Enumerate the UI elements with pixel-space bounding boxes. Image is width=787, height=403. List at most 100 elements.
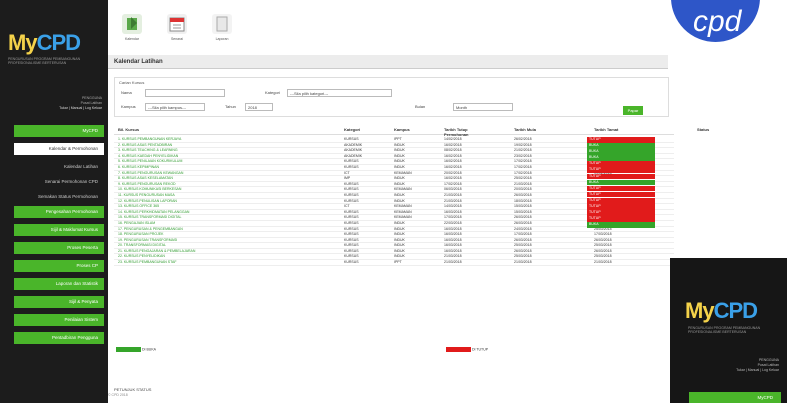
toolbar-button-kalendar[interactable]: Kalendar [118, 14, 146, 48]
col-tarikh-mula: Tarikh Mula [514, 127, 536, 132]
table-cell: KURSUS [344, 187, 359, 192]
table-cell: 17/03/2018 [444, 215, 462, 220]
legend-buka: DI BUKA [116, 347, 156, 353]
overlay-mycpd-button[interactable]: MyCPD [689, 392, 781, 403]
table-cell: KEMAMAN [394, 215, 412, 220]
sidebar-item-proses-cp[interactable]: Proses CP [14, 260, 104, 272]
course-link[interactable]: 21. KURSUS PENGAJARAN & PEMBELAJARAN [118, 249, 338, 253]
table-cell: INDUK [394, 159, 405, 164]
table-cell: ICT [344, 204, 350, 209]
table-cell: KURSUS [344, 164, 359, 169]
sidebar-item-proses-peserta[interactable]: Proses Peserta [14, 242, 104, 254]
table-cell: IPPT [394, 137, 402, 141]
main-content: Kalendar Latihan Carian Kursus Nama Kate… [108, 55, 709, 403]
user-info: PENGGUNA Pusat Latihan Tukar | Manual | … [59, 96, 102, 111]
mycpd-logo: MyCPD PENGURUSAN PROGRAM PEMBANGUNAN PRO… [8, 30, 103, 70]
table-cell: INDUK [394, 198, 405, 203]
sidebar-item-penilaian-sistem[interactable]: Penilaian Sistem [14, 314, 104, 326]
sidebar-item-senarai-permohonan-cpd[interactable]: Senarai Permohonan CPD [14, 176, 104, 188]
course-link[interactable]: 12. KURSUS PENULISAN LAPORAN [118, 199, 338, 203]
tahun-label: Tahun [225, 104, 236, 109]
course-link[interactable]: 10. KURSUS KOMUNIKASI BERKESAN [118, 187, 338, 191]
status-badge: BUKA [587, 179, 655, 186]
tahun-select[interactable]: 2018 [245, 103, 273, 111]
toolbar-button-laporan[interactable]: Laporan [208, 14, 236, 48]
table-row[interactable]: 23. KURSUS PEMBANGUNAN STAF KURSUS IPPT 21/… [114, 260, 674, 266]
table-cell: AKADEMIK [344, 142, 363, 147]
sidebar-item-sijil-penyata[interactable]: Sijil & Penyata [14, 296, 104, 308]
kategori-select[interactable]: ---Sila pilih kategori--- [287, 89, 392, 97]
course-link[interactable]: 4. KURSUS KAEDAH PENYELIDIKAN [118, 154, 338, 158]
footer-text: © CPD 2018 [108, 393, 128, 397]
course-link[interactable]: 22. KURSUS PENYELIDIKAN [118, 254, 338, 258]
course-link[interactable]: 9. KURSUS PENGURUSAN REKOD [118, 182, 338, 186]
status-badge: BUKA [587, 222, 655, 228]
status-column: TUTUP BUKA BUKA BUKA TUTUP TUTUP TUTUP BUKA TUTU… [587, 137, 655, 228]
overlay-user-info: PENGGUNA Pusat Latihan Tukar | Manual | … [736, 358, 779, 372]
sidebar-item-kalendar-latihan[interactable]: Kalendar Latihan [14, 161, 104, 173]
course-link[interactable]: 20. TRANSFORMASI DIGITAL [118, 243, 338, 247]
toolbar-button-senarai[interactable]: Senarai [163, 14, 191, 48]
status-badge: TUTUP [587, 173, 655, 180]
sidebar-item-mycpd[interactable]: MyCPD [14, 125, 104, 137]
table-cell: 15/03/2018 [514, 204, 532, 209]
course-link[interactable]: 11. KURSUS PENGURUSAN MASA [118, 193, 338, 197]
edit-icon [122, 14, 142, 34]
col-kategori: Kategori [344, 127, 361, 132]
course-link[interactable]: 15. KURSUS TRANSFORMASI DIGITAL [118, 215, 338, 219]
table-cell: INDUK [394, 243, 405, 248]
table-cell: KURSUS [344, 260, 359, 265]
sidebar-item-pengesahan-permohonan[interactable]: Pengesahan Permohonan [14, 206, 104, 218]
course-link[interactable]: 1. KURSUS PEMBANGUNAN KERJAYA [118, 137, 338, 141]
table-cell: 25/03/2018 [594, 243, 612, 248]
sidebar-item-semakan-status-permohonan[interactable]: Semakan Status Permohonan [14, 191, 104, 203]
course-link[interactable]: 5. KURSUS PENILAIAN KOKURIKULUM [118, 159, 338, 163]
search-button[interactable]: Papar [623, 106, 643, 115]
kategori-label: Kategori [265, 90, 280, 95]
nama-input[interactable] [145, 89, 225, 97]
user-links[interactable]: Tukar | Manual | Log Keluar [59, 106, 102, 111]
table-header: Bil. Kursus Kategori Kampus Tarikh Tutup… [114, 125, 709, 137]
logo-tagline: PENGURUSAN PROGRAM PEMBANGUNAN PROFESION… [8, 57, 81, 65]
table-cell: 26/03/2018 [514, 220, 532, 225]
table-cell: 16/03/2018 [444, 232, 462, 237]
col-kursus: Bil. Kursus [118, 127, 140, 132]
table-cell: 26/03/2018 [514, 248, 532, 253]
table-cell: KEMAMAN [394, 204, 412, 209]
course-link[interactable]: 2. KURSUS ASAS PENTADBIRAN [118, 143, 338, 147]
bulan-select[interactable]: Month [453, 103, 513, 111]
overlay-tagline: PENGURUSAN PROGRAM PEMBANGUNAN PROFESION… [688, 326, 761, 334]
course-link[interactable]: 8. KURSUS ASAS KESELAMATAN [118, 176, 338, 180]
col-tarikh-tamat: Tarikh Tamat [594, 127, 619, 132]
table-cell: KEMAMAN [394, 187, 412, 192]
table-cell: 25/02/2018 [514, 176, 532, 181]
kampus-select[interactable]: ---Sila pilih kampus--- [145, 103, 205, 111]
sidebar-item-kalendar-permohonan[interactable]: Kalendar & Permohonan [14, 143, 104, 155]
course-link[interactable]: 6. KURSUS KEPIMPINAN [118, 165, 338, 169]
course-link[interactable]: 16. PENGAJIAN ISLAM [118, 221, 338, 225]
table-cell: 26/03/2018 [594, 248, 612, 253]
sidebar: MyCPD PENGURUSAN PROGRAM PEMBANGUNAN PRO… [0, 0, 108, 403]
course-link[interactable]: 17. PENGURUSAN & PENGEMBANGAN [118, 227, 338, 231]
course-link[interactable]: 23. KURSUS PEMBANGUNAN STAF [118, 260, 338, 264]
sidebar-item-laporan-dan-statistik[interactable]: Laporan dan Statistik [14, 278, 104, 290]
bulan-label: Bulan [415, 104, 426, 109]
course-link[interactable]: 13. KURSUS OFFICE 365 [118, 204, 338, 208]
table-cell: 25/03/2018 [594, 254, 612, 259]
filter-legend: Carian Kursus [119, 80, 145, 85]
sidebar-item-sijil-maklumat-kursus[interactable]: Sijil & Maklumat Kursus [14, 224, 104, 236]
table-cell: INDUK [394, 232, 405, 237]
cpd-badge: cpd [668, 0, 763, 45]
legend-buka-swatch [116, 347, 141, 352]
course-link[interactable]: 19. PENGURUSAN TRANSFORMASI [118, 238, 338, 242]
course-link[interactable]: 7. KURSUS PENGURUSAN KEWANGAN [118, 171, 338, 175]
status-badge: TUTUP [587, 204, 655, 210]
table-cell: 17/02/2018 [444, 181, 462, 186]
course-link[interactable]: 18. PENGURUSAN PROJEK [118, 232, 338, 236]
course-link[interactable]: 14. KURSUS PERKHIDMATAN PELANGGAN [118, 210, 338, 214]
table-cell: 26/02/2018 [514, 137, 532, 141]
status-badge: TUTUP [587, 161, 655, 167]
course-link[interactable]: 3. KURSUS TEACHING & LEARNING [118, 148, 338, 152]
status-badge: TUTUP [587, 216, 655, 222]
sidebar-item-pentadbiran-pengguna[interactable]: Pentadbiran Pengguna [14, 332, 104, 344]
